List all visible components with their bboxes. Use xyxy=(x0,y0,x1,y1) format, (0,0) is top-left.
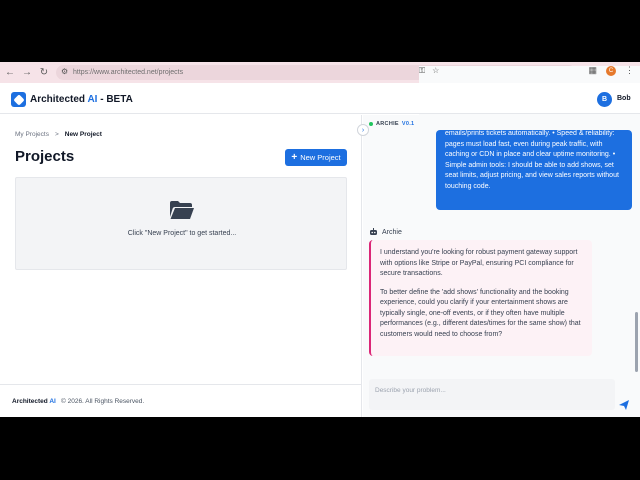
chat-input-box xyxy=(369,379,615,413)
extensions-icon[interactable]: ▦ xyxy=(588,65,597,76)
app-logo-icon[interactable] xyxy=(11,92,26,107)
bot-message-paragraph: I understand you're looking for robust p… xyxy=(380,249,578,277)
user-name[interactable]: Bob xyxy=(617,95,631,102)
user-message-text: emails/prints tickets automatically. • S… xyxy=(445,130,619,190)
scrollbar[interactable] xyxy=(635,312,638,372)
address-bar[interactable]: ⚙ https://www.architected.net/projects ⚿… xyxy=(56,65,640,368)
robot-icon xyxy=(370,228,377,235)
footer: Architected AI © 2026. All Rights Reserv… xyxy=(0,384,362,417)
page-title: Projects xyxy=(15,148,75,165)
empty-state: Click "New Project" to get started... xyxy=(15,177,347,270)
user-message: emails/prints tickets automatically. • S… xyxy=(436,130,632,210)
site-info-icon[interactable]: ⚙ xyxy=(61,67,68,76)
new-project-button[interactable]: + New Project xyxy=(285,149,347,166)
send-icon[interactable] xyxy=(618,399,630,411)
chat-panel: ARCHIE V0.1 emails/prints tickets automa… xyxy=(363,115,640,417)
url-text: https://www.architected.net/projects xyxy=(73,69,184,76)
brand-title[interactable]: Architected AI - BETA xyxy=(30,94,133,105)
breadcrumb-my-projects[interactable]: My Projects xyxy=(15,131,49,138)
agent-name: ARCHIE xyxy=(376,121,399,127)
projects-panel: My Projects > New Project Projects + New… xyxy=(0,115,362,417)
bot-message-paragraph: To better define the 'add shows' functio… xyxy=(380,288,581,338)
footer-brand-main: Architected xyxy=(12,398,48,405)
agent-header: ARCHIE V0.1 xyxy=(369,121,414,127)
browser-menu-icon[interactable]: ⋮ xyxy=(625,65,634,76)
footer-brand-ai: AI xyxy=(49,398,56,405)
user-avatar[interactable]: B xyxy=(597,92,612,107)
online-status-dot xyxy=(369,122,373,126)
chat-input[interactable] xyxy=(369,382,615,413)
agent-version: V0.1 xyxy=(401,121,415,127)
brand-suffix: - BETA xyxy=(97,94,133,105)
browser-profile-avatar[interactable]: C xyxy=(606,65,616,76)
bot-message: I understand you're looking for robust p… xyxy=(369,240,592,356)
breadcrumb-current: New Project xyxy=(64,131,102,138)
empty-state-text: Click "New Project" to get started... xyxy=(127,230,237,237)
footer-copyright: © 2026. All Rights Reserved. xyxy=(61,398,145,405)
reload-icon[interactable]: ↻ xyxy=(37,66,51,80)
bot-name: Archie xyxy=(382,228,402,236)
brand-ai: AI xyxy=(87,94,98,105)
bot-label: Archie xyxy=(369,228,402,236)
plus-icon: + xyxy=(291,152,298,163)
back-icon[interactable]: ← xyxy=(3,66,17,80)
breadcrumb: My Projects > New Project xyxy=(15,131,102,138)
browser-toolbar: ← → ↻ ⚙ https://www.architected.net/proj… xyxy=(0,62,640,368)
new-project-label: New Project xyxy=(300,153,341,162)
folder-open-icon xyxy=(170,201,194,219)
forward-icon[interactable]: → xyxy=(20,66,34,80)
browser-window: ← → ↻ ⚙ https://www.architected.net/proj… xyxy=(0,62,640,417)
screen: ← → ↻ ⚙ https://www.architected.net/proj… xyxy=(0,0,640,480)
brand-main: Architected xyxy=(30,94,86,105)
footer-brand: Architected AI xyxy=(12,398,56,405)
collapse-chat-chevron-icon[interactable]: › xyxy=(357,124,369,136)
breadcrumb-separator: > xyxy=(54,131,59,138)
app-header: Architected AI - BETA B Bob xyxy=(0,83,640,114)
